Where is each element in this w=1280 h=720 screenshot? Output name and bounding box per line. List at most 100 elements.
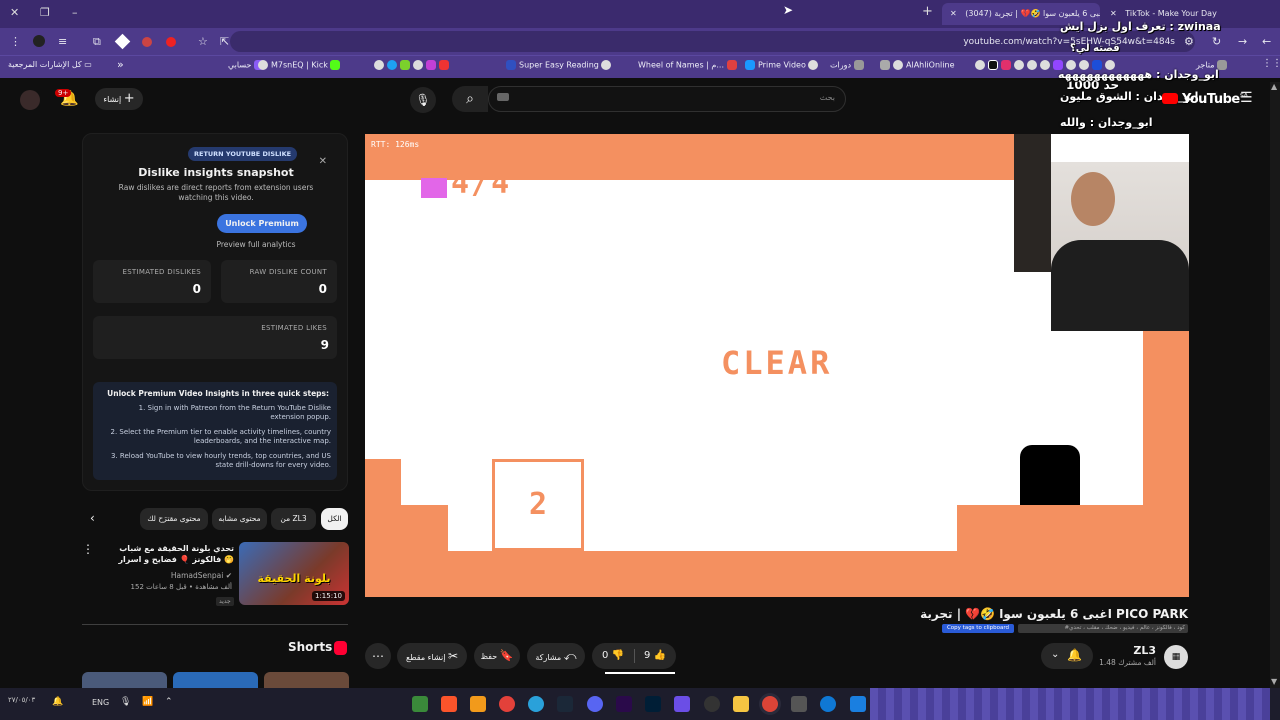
share-page-icon[interactable]: ⇱ [220,35,229,48]
tray-chevron-icon[interactable]: ⌃ [165,697,173,707]
extension-icon[interactable] [166,37,176,47]
dislike-button[interactable]: 0 👎 [592,643,634,669]
telegram-icon[interactable] [528,696,544,712]
bookmark-star-icon[interactable]: ☆ [198,35,208,48]
mic-icon: 🎙 [415,93,431,107]
site-settings-icon[interactable]: ⚙ [1184,35,1194,48]
steam-icon[interactable] [557,696,573,712]
short-thumbnail[interactable] [82,672,167,688]
restore-window-icon[interactable]: ❐ [40,6,50,19]
keyboard-icon[interactable] [497,93,509,101]
recommended-title[interactable]: تحدي بلونة الحقيقة مع شباب فالكونز 🎈 فضا… [96,543,234,565]
search-input[interactable]: بحث [488,86,846,112]
bookmark-item[interactable]: Super Easy Reading [506,60,614,70]
stat-estimated-likes: ESTIMATED LIKES 9 [93,316,337,359]
taskbar-wallpaper [870,688,1270,720]
scroll-up-icon[interactable]: ▲ [1271,82,1277,91]
channel-name[interactable]: ZL3 [1100,644,1156,657]
reload-icon[interactable]: ↻ [1212,35,1221,48]
webcam-border [1014,134,1051,272]
logo-text: YouTube [1182,92,1240,107]
create-button[interactable]: إنشاء + [95,88,143,110]
recommended-thumbnail[interactable]: بلونة الحقيقة 1:15:10 [239,542,349,605]
like-button[interactable]: 9 👍 [634,643,676,669]
close-window-icon[interactable]: ✕ [10,6,19,19]
menu-dots-icon[interactable]: ⋮ [10,35,21,48]
preview-analytics-link[interactable]: Preview full analytics [83,240,349,249]
copy-tags-button[interactable]: Copy tags to clipboard [942,624,1014,633]
steps-title: Unlock Premium Video Insights in three q… [107,389,329,398]
taskbar-app-icon[interactable] [499,696,515,712]
photoshop-icon[interactable] [645,696,661,712]
share-button[interactable]: مشاركة ⤺ [527,643,585,669]
discord-icon[interactable] [587,696,603,712]
channel-avatar[interactable]: ▦ [1164,645,1188,669]
bookmark-item[interactable]: Wheel of Names | م... [638,60,740,70]
streamer-body [1051,240,1189,331]
bookmark-item[interactable]: دورات [830,60,867,70]
short-thumbnail[interactable] [264,672,349,688]
bookmark-label: Prime Video [758,60,806,70]
bookmark-favicon-icon [601,60,612,70]
more-actions-icon[interactable]: ⋮ [82,542,94,556]
clip-button[interactable]: إنشاء مقطع ✂ [397,643,467,669]
bookmark-item[interactable]: Prime Video [745,60,821,70]
unlock-premium-button[interactable]: Unlock Premium [217,214,307,233]
save-button[interactable]: حفظ 🔖 [474,643,520,669]
account-avatar[interactable] [20,90,40,110]
chip-related[interactable]: محتوى مشابه [212,508,267,530]
puzzle-icon[interactable]: ⧉ [93,35,101,49]
chip-suggested[interactable]: محتوى مقترَح لك [140,508,208,530]
chips-scroll-left-icon[interactable]: ‹ [90,511,95,525]
edge-icon[interactable] [820,696,836,712]
all-bookmarks[interactable]: كل الإشارات المرجعية ▭ [8,60,92,69]
new-tab-icon[interactable]: + [922,4,933,19]
minimize-window-icon[interactable]: – [72,6,78,19]
recommended-channel[interactable]: HamadSenpai ✔ [140,571,232,580]
short-thumbnail[interactable] [173,672,258,688]
forward-icon[interactable]: → [1238,35,1247,48]
search-button[interactable]: ⌕ [452,86,488,112]
notification-area-icon[interactable]: 🔔 [52,697,63,707]
chrome-icon[interactable] [762,696,778,712]
taskbar-app-icon[interactable] [791,696,807,712]
grid-apps-icon[interactable]: ⋮⋮ [1262,58,1280,69]
chip-all[interactable]: الكل [321,508,348,530]
video-player[interactable]: RTT: 126ms 4/4 CLEAR 2 [365,134,1189,597]
language-indicator[interactable]: ENG [92,698,109,707]
video-tags[interactable]: #كود ، فالكونز ، عالم ، فيديو ، ضحك ، مق… [1018,624,1188,633]
file-explorer-icon[interactable] [733,696,749,712]
taskbar-app-icon[interactable] [470,696,486,712]
bookmarks-overflow-icon[interactable]: » [117,58,124,71]
stat-value: 9 [320,338,329,352]
more-actions-button[interactable]: ⋯ [365,643,391,669]
bookmark-item[interactable]: AlAhliOnline [880,60,955,70]
brave-icon[interactable] [441,696,457,712]
bookmark-item[interactable] [374,60,452,70]
tab-close-icon[interactable]: ✕ [950,9,957,18]
extensions-list-icon[interactable]: ≡ [58,35,67,48]
bookmark-favicon-icon [1014,60,1024,70]
page-scrollbar[interactable] [1270,82,1280,688]
bookmark-item[interactable]: M7snEQ | Kick [258,60,343,70]
windows-start-icon[interactable] [850,696,866,712]
hamburger-menu-icon[interactable]: ☰ [1240,90,1253,106]
back-icon[interactable]: ← [1262,35,1271,48]
subscribed-button[interactable]: ⌄ 🔔 [1041,643,1093,669]
network-icon[interactable]: 📶 [142,697,153,707]
taskbar-app-icon[interactable] [704,696,720,712]
shorts-heading: Shorts [288,640,333,654]
bookmark-favicon-icon [439,60,449,70]
premiere-icon[interactable] [616,696,632,712]
scroll-down-icon[interactable]: ▼ [1271,677,1277,686]
youtube-logo[interactable]: YouTubeSA [1182,92,1248,107]
taskbar-app-icon[interactable] [412,696,428,712]
mic-tray-icon[interactable]: 🎙 [120,697,131,707]
voice-search-button[interactable]: 🎙 [410,87,436,113]
tab-close-icon[interactable]: ✕ [1110,9,1117,18]
chip-from-channel[interactable]: من ZL3 [271,508,316,530]
divider [634,649,635,663]
taskbar-app-icon[interactable] [674,696,690,712]
avatar[interactable] [33,35,45,47]
extension-icon[interactable] [142,37,152,47]
